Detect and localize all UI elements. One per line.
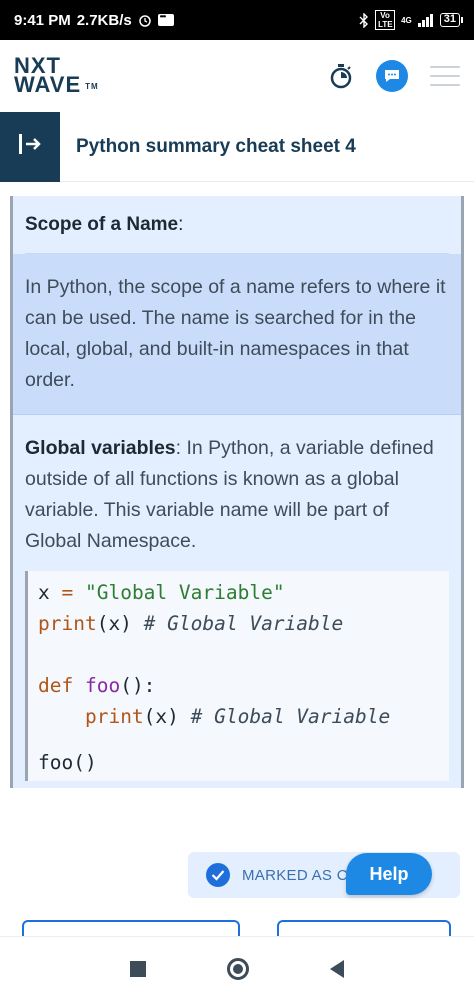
check-circle-icon: [206, 863, 230, 887]
back-icon[interactable]: [329, 959, 344, 978]
section-heading-colon: :: [178, 213, 184, 235]
hamburger-menu-icon[interactable]: [430, 66, 460, 86]
volte-badge: Vo LTE: [375, 10, 396, 30]
global-variables-term: Global variables: [25, 437, 176, 459]
expand-sidebar-icon: [17, 133, 43, 160]
code-line: x = "Global Variable": [38, 581, 285, 604]
code-line-partial: foo(): [38, 751, 97, 774]
cheat-sheet-content[interactable]: Scope of a Name: In Python, the scope of…: [10, 196, 464, 788]
alarm-icon: [138, 13, 152, 27]
signal-icon: [417, 13, 434, 27]
bluetooth-icon: [359, 12, 369, 28]
status-time: 9:41 PM: [14, 11, 71, 29]
code-line: def foo():: [38, 674, 156, 697]
battery-indicator: 31: [439, 13, 464, 27]
global-variables-paragraph: Global variables: In Python, a variable …: [25, 415, 449, 571]
recent-apps-icon[interactable]: [130, 960, 147, 977]
marked-label: MARKED AS C: [242, 866, 348, 884]
nxtwave-logo[interactable]: NXT WAVE TM: [14, 55, 99, 98]
title-bar: Python summary cheat sheet 4: [0, 111, 474, 182]
message-notification-icon: [157, 12, 174, 26]
chat-icon[interactable]: [376, 60, 408, 92]
code-line: print(x) # Global Variable: [38, 612, 344, 635]
page-title: Python summary cheat sheet 4: [76, 135, 356, 157]
help-button[interactable]: Help: [346, 853, 432, 895]
section-heading: Scope of a Name:: [25, 196, 449, 254]
timer-icon[interactable]: [328, 63, 354, 89]
code-line: print(x) # Global Variable: [84, 705, 391, 728]
scope-paragraph: In Python, the scope of a name refers to…: [13, 254, 461, 415]
app-header: NXT WAVE TM: [0, 40, 474, 112]
android-navigation-bar: [0, 936, 474, 1000]
logo-line2: WAVE: [14, 72, 82, 98]
sidebar-toggle-button[interactable]: [0, 111, 60, 182]
status-bar: 9:41 PM 2.7KB/s Vo LTE 4G 31: [0, 0, 474, 40]
home-icon[interactable]: [226, 957, 249, 980]
status-speed: 2.7KB/s: [76, 11, 132, 29]
section-heading-text: Scope of a Name: [25, 213, 179, 235]
logo-tm: TM: [85, 81, 99, 91]
network-type: 4G: [401, 15, 412, 25]
code-block[interactable]: x = "Global Variable" print(x) # Global …: [25, 571, 449, 781]
